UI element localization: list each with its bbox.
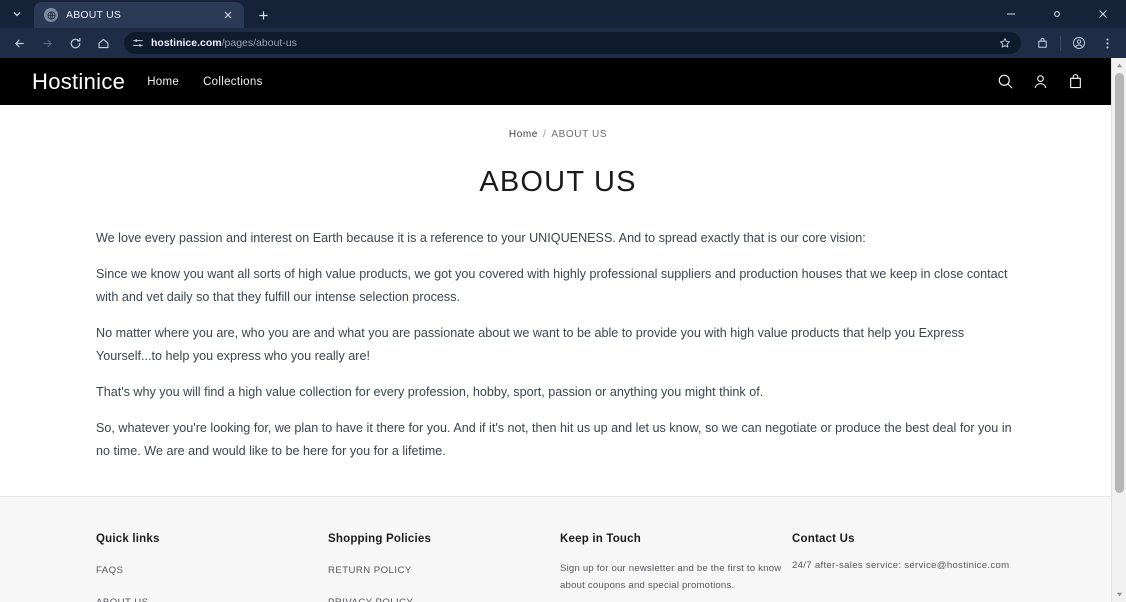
footer-link-return-policy[interactable]: RETURN POLICY: [328, 565, 412, 576]
article-paragraph: That's why you will find a high value co…: [96, 385, 764, 400]
site-nav: Home Collections: [147, 76, 262, 88]
footer-heading-shopping-policies: Shopping Policies: [328, 533, 432, 546]
nav-item-collections[interactable]: Collections: [203, 76, 263, 88]
tab-title: ABOUT US: [66, 9, 122, 21]
scroll-up-arrow-icon[interactable]: [1112, 58, 1126, 73]
profile-avatar-icon[interactable]: [1066, 30, 1092, 56]
footer-heading-contact-us: Contact Us: [792, 533, 855, 546]
bookmark-star-icon[interactable]: [999, 37, 1011, 49]
search-icon[interactable]: [997, 73, 1014, 90]
three-dot-menu-icon[interactable]: [1094, 30, 1120, 56]
footer-column-keep-in-touch: Keep in Touch Sign up for our newsletter…: [560, 533, 792, 602]
toolbar-divider: [1060, 35, 1061, 51]
breadcrumb: Home / ABOUT US: [0, 105, 1116, 140]
back-arrow-icon[interactable]: [6, 30, 32, 56]
article-paragraph: We love every passion and interest on Ea…: [96, 231, 866, 245]
scrollbar-thumb[interactable]: [1115, 73, 1124, 493]
site-footer: Quick links FAQS ABOUT US CONTACT US WHY…: [0, 496, 1116, 602]
article-paragraph: No matter where you are, who you are and…: [96, 326, 965, 363]
footer-link-faqs[interactable]: FAQS: [96, 565, 123, 576]
new-tab-plus-icon[interactable]: [250, 3, 276, 27]
page-content: Hostinice Home Collections Home / ABOUT …: [0, 58, 1116, 602]
address-bar[interactable]: hostinice.com/pages/about-us: [124, 32, 1021, 54]
home-icon[interactable]: [90, 30, 116, 56]
contact-details: 24/7 after-sales service: service@hostin…: [792, 560, 1010, 572]
nav-item-home[interactable]: Home: [147, 76, 179, 88]
footer-link-privacy-policy[interactable]: PRIVACY POLICY: [328, 597, 413, 602]
article-paragraph: So, whatever you're looking for, we plan…: [96, 421, 1012, 458]
tab-strip: ABOUT US: [0, 0, 1126, 28]
breadcrumb-current: ABOUT US: [551, 129, 608, 140]
window-controls: [988, 0, 1126, 28]
url-path: /pages/about-us: [221, 37, 297, 49]
reload-icon[interactable]: [62, 30, 88, 56]
globe-icon: [44, 8, 58, 22]
footer-link-list: FAQS ABOUT US CONTACT US WHY CHOOSE US: [96, 560, 328, 602]
window-maximize-icon[interactable]: [1034, 0, 1080, 28]
page-scrollbar[interactable]: [1111, 58, 1126, 602]
url-domain: hostinice.com: [151, 37, 222, 49]
browser-toolbar: hostinice.com/pages/about-us: [0, 28, 1126, 58]
breadcrumb-separator: /: [542, 129, 547, 140]
extensions-icon[interactable]: [1029, 30, 1055, 56]
footer-link-about-us[interactable]: ABOUT US: [96, 597, 148, 602]
article-paragraph: Since we know you want all sorts of high…: [96, 267, 1008, 304]
footer-heading-keep-in-touch: Keep in Touch: [560, 533, 641, 546]
url-text: hostinice.com/pages/about-us: [151, 37, 992, 49]
window-close-icon[interactable]: [1080, 0, 1126, 28]
browser-tab-about-us[interactable]: ABOUT US: [34, 2, 244, 28]
footer-heading-quick-links: Quick links: [96, 533, 160, 546]
newsletter-note: Sign up for our newsletter and be the fi…: [560, 563, 782, 592]
tab-search-chevron-down-icon[interactable]: [4, 2, 30, 26]
footer-column-contact-us: Contact Us 24/7 after-sales service: ser…: [792, 533, 1020, 602]
list-item: RETURN POLICY: [328, 560, 560, 578]
list-item: PRIVACY POLICY: [328, 592, 560, 602]
footer-column-quick-links: Quick links FAQS ABOUT US CONTACT US WHY…: [96, 533, 328, 602]
site-header: Hostinice Home Collections: [0, 58, 1116, 105]
site-settings-tune-icon[interactable]: [132, 37, 144, 49]
window-minimize-icon[interactable]: [988, 0, 1034, 28]
site-logo[interactable]: Hostinice: [32, 69, 125, 95]
list-item: ABOUT US: [96, 592, 328, 602]
footer-columns: Quick links FAQS ABOUT US CONTACT US WHY…: [96, 533, 1020, 602]
page-viewport: Hostinice Home Collections Home / ABOUT …: [0, 58, 1126, 602]
cart-bag-icon[interactable]: [1067, 73, 1084, 90]
header-icon-group: [997, 73, 1084, 90]
forward-arrow-icon: [34, 30, 60, 56]
list-item: FAQS: [96, 560, 328, 578]
page-title: ABOUT US: [479, 166, 637, 198]
tab-close-icon[interactable]: [220, 7, 236, 23]
account-icon[interactable]: [1032, 73, 1049, 90]
browser-window: ABOUT US hostinice.com/pages/about-us Ho…: [0, 0, 1126, 602]
about-article: We love every passion and interest on Ea…: [96, 199, 1020, 496]
scroll-down-arrow-icon[interactable]: [1112, 587, 1126, 602]
footer-column-shopping-policies: Shopping Policies RETURN POLICY PRIVACY …: [328, 533, 560, 602]
footer-link-list: RETURN POLICY PRIVACY POLICY SHIPPING IN…: [328, 560, 560, 602]
main-content: Home / ABOUT US ABOUT US We love every pas…: [0, 105, 1116, 496]
breadcrumb-home-link[interactable]: Home: [509, 129, 538, 140]
